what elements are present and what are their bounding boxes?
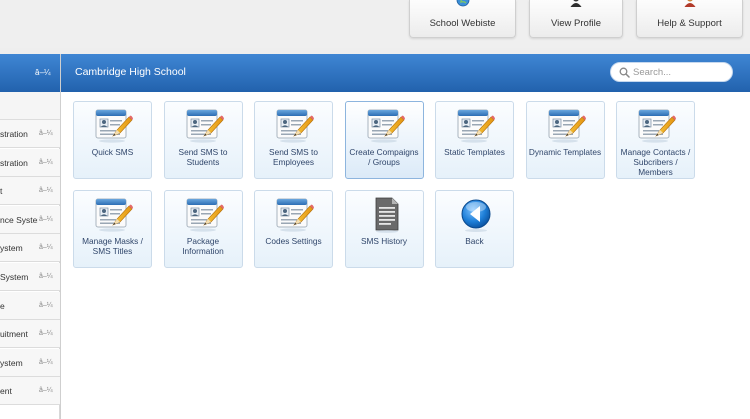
tile-manage-masks-sms-titles[interactable]: Manage Masks / SMS Titles bbox=[73, 190, 152, 268]
tile-create-compaigns-groups[interactable]: Create Compaigns / Groups bbox=[344, 101, 424, 179]
sidebar-item-arrow: â–¼ bbox=[38, 187, 53, 195]
tile-label: SMS History bbox=[360, 236, 408, 246]
sidebar-item[interactable]: stration â–¼ bbox=[0, 148, 60, 177]
tile-send-sms-to-students[interactable]: Send SMS to Students bbox=[163, 101, 243, 179]
tile-dynamic-templates[interactable]: Dynamic Templates bbox=[525, 101, 605, 179]
tile-package-information[interactable]: Package Information bbox=[163, 190, 243, 268]
tile-codes-settings[interactable]: Codes Settings bbox=[254, 190, 333, 268]
form-edit-icon bbox=[276, 108, 314, 144]
sidebar-header-arrow[interactable]: â–¼ bbox=[35, 68, 51, 77]
document-icon bbox=[367, 197, 405, 233]
form-edit-icon bbox=[638, 108, 676, 144]
tile-quick-sms[interactable]: Quick SMS bbox=[73, 101, 152, 179]
sidebar-item[interactable]: uitment â–¼ bbox=[0, 320, 60, 349]
sidebar-item-label: ystem bbox=[0, 243, 23, 254]
sidebar-item-arrow: â–¼ bbox=[38, 130, 53, 137]
sidebar-item-label: stration bbox=[0, 129, 28, 139]
search-icon bbox=[619, 67, 630, 78]
sidebar-item-arrow: â–¼ bbox=[38, 301, 53, 309]
sidebar-item[interactable]: stration â–¼ bbox=[0, 120, 60, 148]
help-support-button[interactable]: Help & Support bbox=[636, 0, 743, 38]
sidebar-item-arrow: â–¼ bbox=[38, 273, 53, 280]
tile-label: Package Information bbox=[182, 236, 224, 256]
tile-label: Dynamic Templates bbox=[528, 147, 602, 157]
sidebar-item[interactable]: ent â–¼ bbox=[0, 377, 60, 406]
view-profile-label: View Profile bbox=[551, 18, 601, 29]
tile-static-templates[interactable]: Static Templates bbox=[435, 101, 514, 179]
tile-label: Back bbox=[465, 236, 484, 246]
sidebar-header: â–¼ bbox=[0, 54, 60, 92]
sidebar-item[interactable]: e â–¼ bbox=[0, 291, 60, 320]
globe-icon bbox=[456, 0, 469, 7]
sidebar-item-arrow: â–¼ bbox=[38, 358, 53, 366]
sidebar-item-arrow: â–¼ bbox=[38, 330, 53, 338]
tile-label: Create Compaigns / Groups bbox=[349, 147, 419, 167]
tile-label: Static Templates bbox=[444, 147, 505, 157]
sidebar-item-label: System bbox=[0, 272, 29, 282]
school-website-button[interactable]: School Webiste bbox=[409, 0, 516, 38]
sidebar-item[interactable]: t â–¼ bbox=[0, 177, 60, 206]
form-edit-icon bbox=[186, 197, 224, 233]
view-profile-button[interactable]: View Profile bbox=[529, 0, 623, 38]
sidebar: â–¼ stration â–¼ stration â–¼ t â–¼ nce System… bbox=[0, 54, 60, 419]
sidebar-item-label: e bbox=[0, 300, 5, 311]
sidebar-item[interactable]: ystem â–¼ bbox=[0, 348, 60, 377]
form-edit-icon bbox=[186, 108, 224, 144]
sidebar-item-label: ystem bbox=[0, 357, 23, 368]
tile-manage-contacts-subcribers-members[interactable]: Manage Contacts / Subcribers / Members bbox=[616, 101, 695, 179]
tile-label: Manage Contacts / Subcribers / Members bbox=[620, 147, 691, 177]
form-edit-icon bbox=[95, 108, 133, 144]
tile-back[interactable]: Back bbox=[435, 190, 514, 268]
tile-label: Codes Settings bbox=[265, 236, 322, 246]
sidebar-item[interactable]: ystem â–¼ bbox=[0, 234, 60, 263]
sidebar-item-arrow: â–¼ bbox=[38, 158, 53, 166]
sidebar-item-label: stration bbox=[0, 157, 28, 168]
form-edit-icon bbox=[548, 108, 586, 144]
support-agent-icon bbox=[684, 0, 695, 7]
form-edit-icon bbox=[457, 108, 495, 144]
school-website-label: School Webiste bbox=[429, 18, 496, 29]
tile-label: Quick SMS bbox=[91, 147, 134, 157]
tile-sms-history[interactable]: SMS History bbox=[344, 190, 424, 268]
sidebar-blank-row bbox=[0, 92, 60, 120]
tile-label: Send SMS to Employees bbox=[269, 147, 318, 167]
form-edit-icon bbox=[95, 197, 133, 233]
top-bar: School Webiste View Profile Help & Suppo… bbox=[0, 0, 750, 48]
form-edit-icon bbox=[367, 108, 405, 144]
tile-send-sms-to-employees[interactable]: Send SMS to Employees bbox=[254, 101, 333, 179]
main-panel: Cambridge High School Quick SMS Send SMS … bbox=[60, 54, 750, 419]
back-arrow-icon bbox=[457, 197, 495, 233]
help-support-label: Help & Support bbox=[657, 18, 722, 29]
sidebar-item-arrow: â–¼ bbox=[38, 387, 53, 395]
page-title: Cambridge High School bbox=[75, 66, 186, 78]
user-profile-icon bbox=[570, 0, 582, 7]
search-box[interactable] bbox=[610, 62, 733, 82]
sidebar-item-label: t bbox=[0, 186, 3, 197]
sidebar-item[interactable]: System â–¼ bbox=[0, 263, 60, 291]
sidebar-item-label: uitment bbox=[0, 329, 28, 340]
form-edit-icon bbox=[276, 197, 314, 233]
tile-label: Send SMS to Students bbox=[178, 147, 228, 167]
sidebar-item-arrow: â–¼ bbox=[38, 244, 53, 252]
sidebar-item[interactable]: nce System â–¼ bbox=[0, 205, 60, 234]
sidebar-item-arrow: â–¼ bbox=[38, 215, 53, 223]
sidebar-item-label: ent bbox=[0, 386, 12, 397]
panel-header: Cambridge High School bbox=[61, 54, 750, 92]
search-input[interactable] bbox=[633, 65, 728, 80]
tile-label: Manage Masks / SMS Titles bbox=[82, 236, 143, 256]
